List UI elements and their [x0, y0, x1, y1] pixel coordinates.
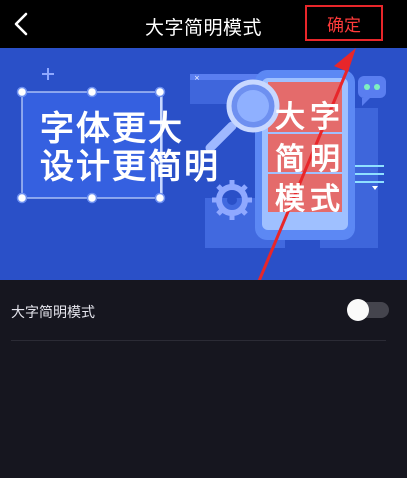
large-font-toggle[interactable]	[347, 299, 389, 321]
confirm-button[interactable]: 确定	[305, 5, 383, 41]
confirm-label: 确定	[327, 15, 361, 36]
banner-line-2: 设计更简明	[40, 147, 220, 187]
plus-decoration	[42, 68, 54, 80]
phone-char: 明	[310, 142, 340, 177]
setting-label: 大字简明模式	[11, 305, 95, 321]
divider	[11, 340, 386, 341]
top-bar: 大字简明模式 确定	[0, 0, 407, 48]
svg-text:×: ×	[194, 74, 200, 82]
phone-char: 字	[310, 100, 340, 135]
feature-banner: × 字体更大 设计更简明 大 字 简 明 模 式	[0, 48, 407, 280]
phone-char: 式	[310, 182, 340, 217]
banner-line-1: 字体更大	[40, 109, 184, 149]
toggle-knob	[347, 299, 369, 321]
chat-bubble-icon	[358, 76, 386, 106]
setting-row-large-font: 大字简明模式	[0, 280, 407, 340]
